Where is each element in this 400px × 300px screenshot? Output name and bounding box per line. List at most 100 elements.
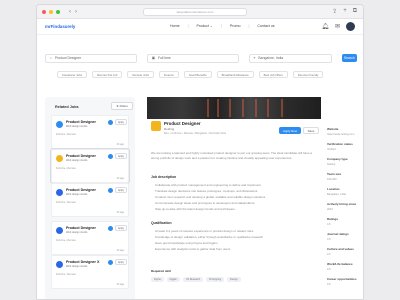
job-card-title: Product Designer (66, 188, 96, 192)
tag-chip[interactable]: Remote Jobs (127, 71, 154, 78)
job-card-time: 2h ago (116, 283, 124, 286)
description-item: Conduct user research and develop a glob… (155, 195, 266, 199)
info-value: 100-200 (327, 178, 337, 181)
job-card-apply-button[interactable]: Apply (115, 187, 127, 193)
company-name[interactable]: Reiding (164, 127, 174, 131)
info-value: 4.5 (327, 268, 331, 271)
browser-chrome: ‹ › tasyondan.conoriecme.com ⇪ + ⧉ (37, 5, 363, 19)
company-logo-icon (56, 155, 63, 162)
menu-separator: | (187, 24, 189, 28)
menu-contact[interactable]: Contact us (257, 24, 274, 28)
company-logo-icon (56, 261, 63, 268)
job-card-company: Web design studio (66, 159, 88, 162)
job-card-apply-button[interactable]: Apply (115, 119, 127, 125)
location-field[interactable]: ⌖ Bangalore, India (248, 53, 332, 63)
tag-chip[interactable]: Best Job Offers (258, 71, 288, 78)
job-card[interactable]: Product Designer X Web design studio Apply… (51, 255, 129, 289)
skill-chip: Figma (151, 277, 164, 282)
job-card[interactable]: Product Designer Web design studio Apply Fu… (51, 115, 129, 149)
keyword-value: Product Designer (54, 56, 82, 60)
share-icon[interactable]: ⇪ (332, 8, 337, 15)
skills-heading: Required skill (151, 269, 171, 273)
job-card-apply-button[interactable]: Apply (115, 153, 127, 159)
tag-chip[interactable]: Good Benefits (183, 71, 212, 78)
close-window-icon[interactable] (42, 9, 46, 14)
job-card[interactable]: Product Designer Web design studio Apply Fu… (51, 221, 129, 255)
tag-chip[interactable]: Remote first Job (92, 71, 123, 78)
page-frame: ‹ › tasyondan.conoriecme.com ⇪ + ⧉ mrFin… (0, 0, 400, 300)
address-bar[interactable]: tasyondan.conoriecme.com (143, 8, 247, 16)
company-info-item: Team size 100-200 (327, 172, 363, 181)
related-jobs-heading: Related Jobs (55, 105, 79, 109)
apply-now-button[interactable]: Apply Now (279, 127, 301, 134)
back-icon[interactable]: ‹ (69, 9, 71, 15)
job-card-time: 2h ago (116, 143, 124, 146)
company-info-item: Culture and values 4.5 (327, 247, 363, 256)
menu-promo[interactable]: Promo (230, 24, 241, 28)
job-card-title: Product Designer (66, 154, 96, 158)
qualification-item: Have good knowledge using Figma and Figj… (155, 241, 218, 245)
job-type-value: Full time (157, 56, 171, 60)
info-label: Location (327, 187, 340, 191)
save-button[interactable]: Save (303, 127, 319, 134)
qualification-item: Knowledge of design validation, either t… (155, 235, 264, 239)
company-info-item: Actively hiring since 2022 (327, 202, 363, 211)
job-type-field[interactable]: ▣ Full time (146, 53, 239, 63)
job-detail: Product Designer Reiding Bon. • Full tim… (147, 97, 321, 299)
related-jobs-panel: Related Jobs ⇅ Filters Product Designer W… (45, 97, 135, 299)
company-info-item: Website https://www.reiding.com (327, 127, 363, 136)
company-info-item: Work/Life balance 4.5 (327, 262, 363, 271)
maximize-window-icon[interactable] (56, 9, 60, 14)
skill-chip: Prototyping (206, 277, 225, 282)
nav-icons: 🔔︎ ✉ (321, 22, 355, 31)
keyword-field[interactable]: ⌕ Product Designer (45, 53, 137, 63)
job-intro: We are looking a talented and highly mot… (151, 151, 312, 160)
job-card[interactable]: Product Designer Web design studio Apply Fu… (51, 183, 129, 217)
job-meta: Bon. • Full time • Remote • Bangalore • … (164, 132, 227, 135)
info-label: Verification status (327, 142, 353, 146)
menu-separator: | (248, 24, 250, 28)
avatar[interactable] (346, 22, 355, 31)
tag-chip[interactable]: Broadband Allowance (216, 71, 254, 78)
job-card-apply-button[interactable]: Apply (115, 259, 127, 265)
company-info-item: Company type Startup (327, 157, 363, 166)
info-label: Team size (327, 172, 342, 176)
job-card-apply-button[interactable]: Apply (115, 225, 127, 231)
browser-actions: ⇪ + ⧉ (332, 8, 357, 15)
company-logo-icon (56, 189, 63, 196)
minimize-window-icon[interactable] (49, 9, 53, 14)
search-bar: ⌕ Product Designer ▣ Full time ⌖ Bangalo… (45, 53, 357, 63)
tag-chip[interactable]: Remote Friendly (292, 71, 324, 78)
tag-chip[interactable]: Finance (158, 71, 179, 78)
company-info-item: Journal ratings 4.5 (327, 232, 363, 241)
job-card-meta: Full-time • Remote (56, 273, 76, 276)
tabs-icon[interactable]: ⧉ (353, 8, 357, 15)
company-info-item: Career opportunities 4.5 (327, 277, 363, 286)
bell-icon[interactable]: 🔔︎ (321, 23, 329, 30)
menu-product-label: Product (196, 24, 209, 28)
browser-window: ‹ › tasyondan.conoriecme.com ⇪ + ⧉ mrFin… (36, 4, 364, 300)
tag-chip[interactable]: Freelancer Jobs (57, 71, 88, 78)
company-banner (147, 97, 321, 119)
info-value: 4.5 (327, 253, 331, 256)
job-card-time: 2h ago (116, 211, 124, 214)
info-value: Startup (327, 163, 336, 166)
job-card-company: Web design studio (66, 125, 88, 128)
menu-product[interactable]: Product ⌄ (197, 24, 213, 28)
job-card[interactable]: Product Designer Web design studio Apply Fu… (51, 149, 129, 183)
job-card-meta: Full-time • Remote (56, 133, 76, 136)
add-tab-icon[interactable]: + (343, 8, 347, 15)
filters-button[interactable]: ⇅ Filters (111, 102, 133, 110)
search-icon: ⌕ (50, 56, 52, 60)
search-button[interactable]: Search (341, 54, 357, 62)
menu-home[interactable]: Home (170, 24, 180, 28)
verified-icon (108, 154, 113, 159)
company-info-item: Verification status Verified (327, 142, 363, 151)
top-navigation: mrFindasurely Home | Product ⌄ | Promo |… (37, 19, 363, 35)
forward-icon[interactable]: › (75, 9, 77, 15)
site-logo[interactable]: mrFindasurely (45, 24, 75, 29)
skill-chip: UX Research (182, 277, 204, 282)
chat-icon[interactable]: ✉ (335, 23, 340, 30)
menu-separator: | (220, 24, 222, 28)
company-logo (151, 121, 161, 131)
